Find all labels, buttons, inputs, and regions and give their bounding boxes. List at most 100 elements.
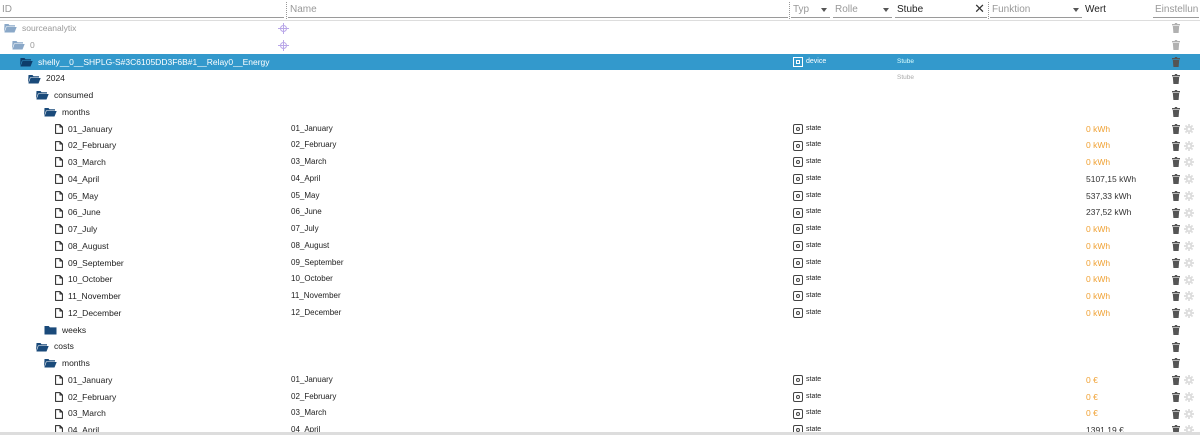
tree-node[interactable]: costs [36, 338, 74, 355]
tree-row[interactable]: months [0, 355, 1200, 372]
state-value[interactable]: 0 kWh [1086, 121, 1110, 138]
delete-icon[interactable] [1172, 389, 1180, 406]
file-icon[interactable] [55, 274, 63, 285]
file-icon[interactable] [55, 408, 63, 419]
folder-open-icon[interactable] [12, 40, 25, 50]
file-icon[interactable] [55, 308, 63, 319]
gear-icon[interactable] [1184, 121, 1194, 138]
gear-icon[interactable] [1184, 255, 1194, 272]
tree-node[interactable]: 04_April [55, 171, 99, 188]
tree-row[interactable]: 07_July 07_July state 0 kWh [0, 221, 1200, 238]
file-icon[interactable] [55, 123, 63, 134]
type-filter-select[interactable]: Typ [791, 3, 830, 18]
room-filter-select[interactable]: Stube ✕ [895, 3, 987, 18]
column-divider[interactable] [286, 2, 287, 19]
delete-icon[interactable] [1172, 305, 1180, 322]
delete-icon[interactable] [1172, 338, 1180, 355]
folder-open-icon[interactable] [20, 57, 33, 67]
tree-node[interactable]: 10_October [55, 271, 112, 288]
folder-open-icon[interactable] [36, 342, 49, 352]
delete-icon[interactable] [1172, 171, 1180, 188]
file-icon[interactable] [55, 375, 63, 386]
delete-icon[interactable] [1172, 137, 1180, 154]
file-icon[interactable] [55, 190, 63, 201]
tree-row[interactable]: 04_April 04_April state 1391,19 € [0, 422, 1200, 439]
file-icon[interactable] [55, 257, 63, 268]
delete-icon[interactable] [1172, 405, 1180, 422]
tree-row[interactable]: 12_December 12_December state 0 kWh [0, 305, 1200, 322]
tree-row[interactable]: 10_October 10_October state 0 kWh [0, 271, 1200, 288]
tree-row[interactable]: 11_November 11_November state 0 kWh [0, 288, 1200, 305]
gear-icon[interactable] [1184, 405, 1194, 422]
tree-row[interactable]: 08_August 08_August state 0 kWh [0, 238, 1200, 255]
tree-row[interactable]: 04_April 04_April state 5107,15 kWh [0, 171, 1200, 188]
tree-node[interactable]: 06_June [55, 204, 101, 221]
folder-open-icon[interactable] [36, 90, 49, 100]
tree-row[interactable]: 2024 Stube [0, 70, 1200, 87]
state-value[interactable]: 0 € [1086, 389, 1098, 406]
delete-icon[interactable] [1172, 20, 1180, 37]
delete-icon[interactable] [1172, 255, 1180, 272]
crosshair-icon[interactable] [278, 37, 289, 54]
tree-node[interactable]: months [44, 355, 90, 372]
delete-icon[interactable] [1172, 121, 1180, 138]
state-value[interactable]: 237,52 kWh [1086, 204, 1131, 221]
delete-icon[interactable] [1172, 422, 1180, 439]
file-icon[interactable] [55, 207, 63, 218]
tree-node[interactable]: 0 [12, 37, 35, 54]
file-icon[interactable] [55, 291, 63, 302]
tree-node[interactable]: shelly__0__SHPLG-S#3C6105DD3F6B#1__Relay… [20, 54, 270, 71]
tree-node[interactable]: 02_February [55, 137, 116, 154]
tree-node[interactable]: 09_September [55, 255, 124, 272]
file-icon[interactable] [55, 157, 63, 168]
state-value[interactable]: 0 kWh [1086, 221, 1110, 238]
tree-row[interactable]: 01_January 01_January state 0 € [0, 372, 1200, 389]
delete-icon[interactable] [1172, 355, 1180, 372]
id-filter-input[interactable]: ID [0, 3, 284, 18]
column-divider[interactable] [988, 2, 989, 19]
gear-icon[interactable] [1184, 305, 1194, 322]
tree-row[interactable]: 02_February 02_February state 0 € [0, 389, 1200, 406]
gear-icon[interactable] [1184, 271, 1194, 288]
tree-node[interactable]: sourceanalytix [4, 20, 76, 37]
state-value[interactable]: 0 € [1086, 405, 1098, 422]
state-value[interactable]: 0 kWh [1086, 238, 1110, 255]
tree-node[interactable]: 01_January [55, 372, 112, 389]
crosshair-icon[interactable] [278, 20, 289, 37]
delete-icon[interactable] [1172, 87, 1180, 104]
delete-icon[interactable] [1172, 188, 1180, 205]
tree-row[interactable]: 06_June 06_June state 237,52 kWh [0, 204, 1200, 221]
clear-filter-icon[interactable]: ✕ [974, 3, 985, 15]
tree-row[interactable]: consumed [0, 87, 1200, 104]
gear-icon[interactable] [1184, 288, 1194, 305]
file-icon[interactable] [55, 140, 63, 151]
gear-icon[interactable] [1184, 422, 1194, 439]
tree-node[interactable]: 11_November [55, 288, 121, 305]
gear-icon[interactable] [1184, 204, 1194, 221]
tree-row[interactable]: weeks [0, 322, 1200, 339]
gear-icon[interactable] [1184, 137, 1194, 154]
tree-node[interactable]: weeks [44, 322, 86, 339]
folder-open-icon[interactable] [4, 23, 17, 33]
gear-icon[interactable] [1184, 238, 1194, 255]
tree-row[interactable]: 09_September 09_September state 0 kWh [0, 255, 1200, 272]
file-icon[interactable] [55, 174, 63, 185]
gear-icon[interactable] [1184, 389, 1194, 406]
file-icon[interactable] [55, 391, 63, 402]
folder-open-icon[interactable] [44, 107, 57, 117]
tree-row[interactable]: 03_March 03_March state 0 € [0, 405, 1200, 422]
delete-icon[interactable] [1172, 238, 1180, 255]
tree-node[interactable]: 02_February [55, 389, 116, 406]
folder-open-icon[interactable] [44, 358, 57, 368]
state-value[interactable]: 537,33 kWh [1086, 188, 1131, 205]
tree-node[interactable]: 2024 [28, 70, 65, 87]
state-value[interactable]: 0 kWh [1086, 305, 1110, 322]
gear-icon[interactable] [1184, 372, 1194, 389]
delete-icon[interactable] [1172, 104, 1180, 121]
tree-row[interactable]: sourceanalytix [0, 20, 1200, 37]
role-filter-select[interactable]: Rolle [833, 3, 892, 18]
tree-row[interactable]: costs [0, 338, 1200, 355]
state-value[interactable]: 5107,15 kWh [1086, 171, 1136, 188]
tree-row[interactable]: 02_February 02_February state 0 kWh [0, 137, 1200, 154]
delete-icon[interactable] [1172, 288, 1180, 305]
